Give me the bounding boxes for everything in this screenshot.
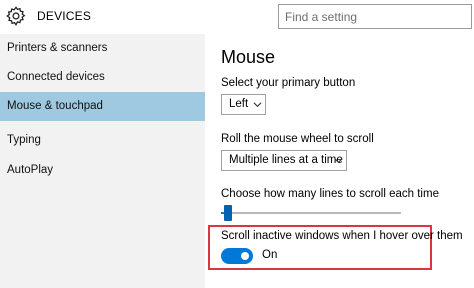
sidebar-item-printers-scanners[interactable]: Printers & scanners <box>0 34 205 63</box>
sidebar-item-autoplay[interactable]: AutoPlay <box>0 156 205 185</box>
primary-button-dropdown[interactable]: Left <box>221 94 266 115</box>
lines-to-scroll-slider-track[interactable] <box>221 212 401 214</box>
search-placeholder: Find a setting <box>285 10 358 24</box>
scroll-inactive-toggle[interactable] <box>221 248 253 264</box>
sidebar: Printers & scanners Connected devices Mo… <box>0 34 205 288</box>
gear-icon[interactable] <box>5 5 27 27</box>
lines-to-scroll-label: Choose how many lines to scroll each tim… <box>221 188 439 200</box>
page-title: DEVICES <box>37 9 92 23</box>
scroll-inactive-state: On <box>262 249 278 261</box>
sidebar-item-typing[interactable]: Typing <box>0 126 205 155</box>
sidebar-item-mouse-touchpad[interactable]: Mouse & touchpad <box>0 92 205 121</box>
lines-to-scroll-slider-thumb[interactable] <box>224 205 232 221</box>
scroll-wheel-value: Multiple lines at a time <box>229 154 343 166</box>
sidebar-item-connected-devices[interactable]: Connected devices <box>0 63 205 92</box>
scroll-wheel-label: Roll the mouse wheel to scroll <box>221 133 374 145</box>
scroll-inactive-label: Scroll inactive windows when I hover ove… <box>221 230 463 242</box>
header: DEVICES Find a setting <box>0 0 474 34</box>
primary-button-value: Left <box>229 98 249 110</box>
section-heading: Mouse <box>221 47 276 67</box>
chevron-down-icon <box>334 158 343 164</box>
toggle-knob <box>241 252 249 260</box>
main-panel: Mouse Select your primary button Left Ro… <box>205 34 474 288</box>
scroll-wheel-dropdown[interactable]: Multiple lines at a time <box>221 150 347 171</box>
search-input[interactable]: Find a setting <box>278 4 472 29</box>
chevron-down-icon <box>253 102 262 108</box>
primary-button-label: Select your primary button <box>221 77 356 89</box>
